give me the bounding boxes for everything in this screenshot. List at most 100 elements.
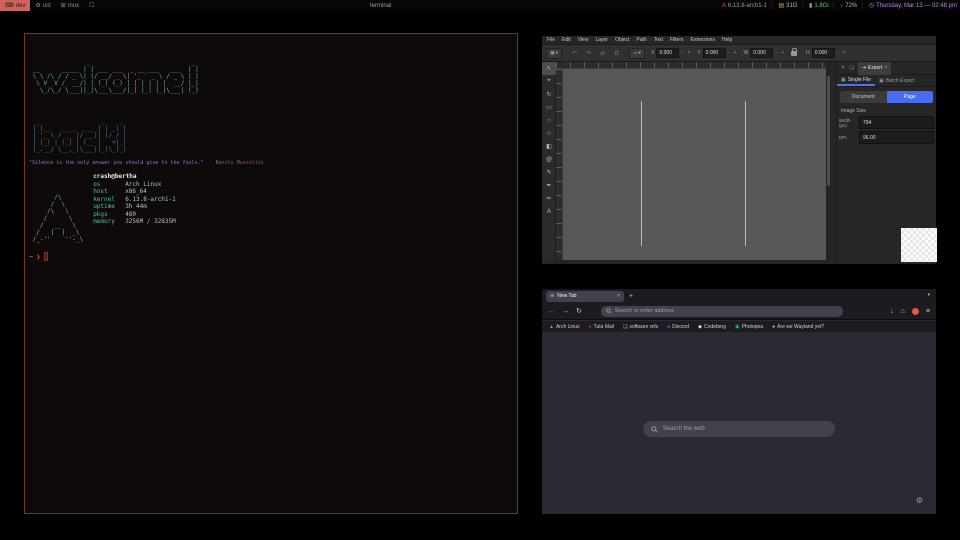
menu-item[interactable]: Object <box>615 37 629 43</box>
bookmark-item[interactable]: ● Tuta Mail <box>589 324 614 330</box>
y-input[interactable]: 0.000 <box>703 48 726 58</box>
toolbox-tool[interactable]: @ <box>542 153 556 166</box>
minus-stepper[interactable]: − <box>680 50 685 56</box>
tab-batch-export[interactable]: ▣ Batch Export <box>875 75 918 86</box>
forward-button[interactable]: → <box>562 308 569 315</box>
newtab-search-bar[interactable]: Search the web <box>643 421 835 437</box>
toolbox-tool[interactable]: ◧ <box>542 140 556 153</box>
bookmark-favicon: ❏ <box>623 324 627 330</box>
list-tabs-icon[interactable]: ▾ <box>927 292 930 298</box>
inkscape-canvas[interactable] <box>563 69 826 260</box>
status-text: 1.8Gi <box>814 3 828 9</box>
toolbox-tool[interactable]: ⌖ <box>542 75 556 88</box>
new-tab-button[interactable]: + <box>629 293 633 300</box>
workspace-tag[interactable]: ⌨ dev <box>0 0 30 11</box>
tab-close-icon[interactable]: × <box>617 293 620 299</box>
toolbox-tool[interactable]: ↻ <box>542 88 556 101</box>
menu-item[interactable]: View <box>578 37 589 43</box>
plus-stepper[interactable]: + <box>686 50 691 56</box>
status-segment: ◷ Thursday, Mar 13 — 02:48 pm <box>857 2 957 9</box>
plus-stepper[interactable]: + <box>780 50 785 56</box>
gear-icon[interactable]: ⚙ <box>916 496 923 505</box>
w-input[interactable]: 0.000 <box>750 48 773 58</box>
workspace-tag[interactable]: ☐ <box>84 0 101 11</box>
page-button[interactable]: Page <box>887 91 934 103</box>
canvas-hscrollbar[interactable] <box>556 260 826 264</box>
home-icon[interactable]: ⌂ <box>901 308 905 315</box>
workspace-tag[interactable]: ⊞ mux <box>56 0 84 11</box>
bookmark-item[interactable]: ◆ Codeberg <box>698 324 726 330</box>
transform-icon[interactable]: ↷ <box>586 50 591 57</box>
status-icon: ♪ <box>840 3 843 9</box>
x-input[interactable]: 0.000 <box>656 48 679 58</box>
bookmark-item[interactable]: ● Discord <box>667 324 689 330</box>
transform-icon[interactable]: ↶ <box>572 50 577 57</box>
menu-item[interactable]: Edit <box>562 37 571 43</box>
export-dialog: ✎ ❏ ⇥ Export × ▣ Single File ▣ Batch Exp… <box>836 62 936 264</box>
tab-single-file[interactable]: ▣ Single File <box>837 75 875 86</box>
terminal-window[interactable]: _ _ __ _____ | | ___ ___ _ __ ___ ___ | … <box>24 33 518 514</box>
menu-item[interactable]: Help <box>722 37 732 43</box>
status-icon: A <box>722 3 726 9</box>
toolbox-tool[interactable]: ☆ <box>542 127 556 140</box>
back-button[interactable]: ← <box>548 308 555 315</box>
bbox-mode-dropdown[interactable]: ▭ ▾ <box>629 48 645 59</box>
export-icon: ⇥ <box>862 65 866 71</box>
hamburger-menu-icon[interactable]: ≡ <box>926 308 930 315</box>
browser-nav-bar: ← → ↻ Search or enter address ↓ ⌂ ≡ <box>542 303 936 320</box>
workspace-tag[interactable]: ⚙ ust <box>30 0 55 11</box>
width-input[interactable]: 794 <box>859 116 934 129</box>
status-segment: A 6.13.8-arch1-1 <box>722 3 767 9</box>
reload-button[interactable]: ↻ <box>576 307 582 315</box>
selection-mode-dropdown[interactable]: ▦ ▾ <box>546 48 562 59</box>
status-text: Thursday, Mar 13 — 02:48 pm <box>876 3 957 9</box>
h-input[interactable]: 0.000 <box>812 48 835 58</box>
bookmark-item[interactable]: ● Are we Wayland yet? <box>772 324 824 330</box>
toolbox-tool[interactable]: ✎ <box>542 166 556 179</box>
image-size-heading: Image Size <box>841 108 936 114</box>
plus-stepper[interactable]: + <box>842 50 847 56</box>
menu-item[interactable]: Layer <box>595 37 608 43</box>
menu-item[interactable]: Extensions <box>691 37 715 43</box>
dpi-input[interactable]: 96.00 <box>859 131 934 144</box>
transform-icon[interactable]: ⇄ <box>600 50 605 57</box>
downloads-icon[interactable]: ↓ <box>890 308 894 315</box>
menu-item[interactable]: Path <box>636 37 646 43</box>
fetch-user-host: crash@bertha <box>93 173 176 181</box>
adblock-shield-icon[interactable] <box>912 308 919 315</box>
layers-icon[interactable]: ❏ <box>849 65 853 71</box>
fetch-row: uptime 3h 44m <box>93 203 176 211</box>
transform-icon[interactable]: ⇵ <box>614 50 619 57</box>
tag-icon: ⊞ <box>61 2 66 9</box>
shell-prompt: ~ ❯ <box>29 252 513 261</box>
menu-item[interactable]: Filters <box>670 37 684 43</box>
tag-label: ust <box>43 3 51 9</box>
search-icon <box>606 308 612 314</box>
tab-export[interactable]: ⇥ Export × <box>858 62 892 75</box>
lock-icon[interactable] <box>791 51 797 56</box>
close-icon[interactable]: × <box>884 65 887 71</box>
bookmark-item[interactable]: ▲ Arch Linux <box>549 324 580 330</box>
menu-item[interactable]: File <box>547 37 555 43</box>
minus-stepper[interactable]: − <box>727 50 732 56</box>
minus-stepper[interactable]: − <box>774 50 779 56</box>
document-button[interactable]: Document <box>840 91 887 103</box>
pencil-icon[interactable]: ✎ <box>841 65 845 71</box>
toolbox-tool[interactable]: ✏ <box>542 192 556 205</box>
tab-new-tab[interactable]: ⊕ New Tab × <box>546 291 624 302</box>
status-modules: A 6.13.8-arch1-1 ▤ 31G ▮ 1.8Gi ♪ 72% ◷ T… <box>722 0 957 11</box>
arch-logo-ascii: /\ / \ /\ \ / \ / __ \ / | | _\ /_-'' ''… <box>29 173 83 243</box>
url-bar[interactable]: Search or enter address <box>601 306 843 317</box>
plus-stepper[interactable]: + <box>733 50 738 56</box>
toolbox-tool[interactable]: A <box>542 205 556 218</box>
menu-item[interactable]: Text <box>654 37 663 43</box>
minus-stepper[interactable]: − <box>836 50 841 56</box>
toolbox-tool[interactable]: ↖ <box>542 62 556 75</box>
fetch-rows: os Arch Linux host x86_64 kernel 6.13.8-… <box>93 181 176 226</box>
bookmark-item[interactable]: ❏ software refs <box>623 324 658 330</box>
toolbox-tool[interactable]: ▭ <box>542 101 556 114</box>
toolbox-tool[interactable]: ✒ <box>542 179 556 192</box>
toolbox-tool[interactable]: ○ <box>542 114 556 127</box>
canvas-vscrollbar[interactable] <box>826 62 831 260</box>
bookmark-item[interactable]: ▣ Photopea <box>735 324 763 330</box>
